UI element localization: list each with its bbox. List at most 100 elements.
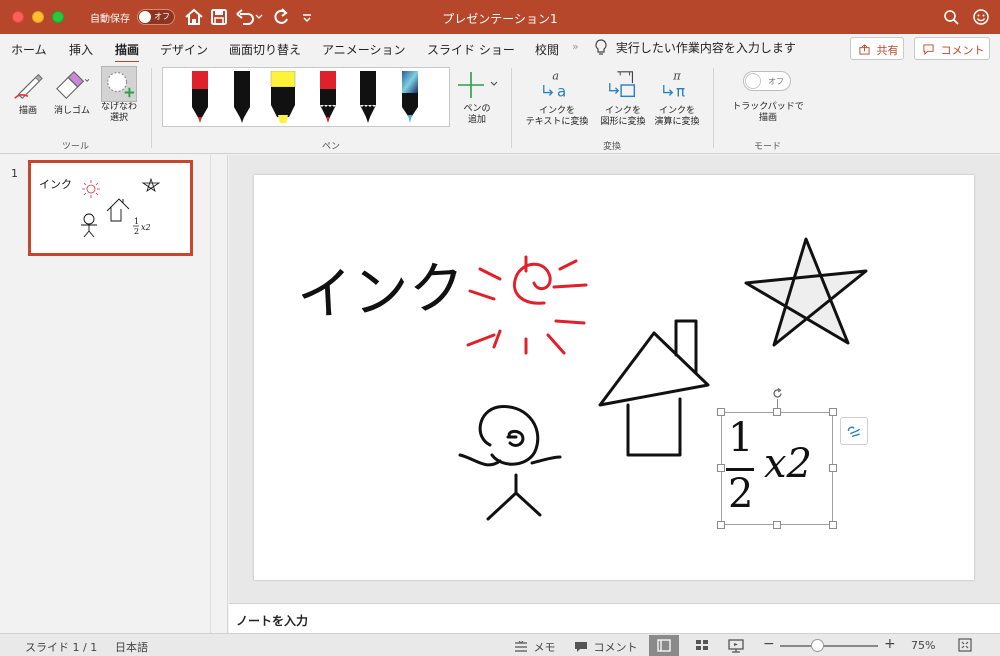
tab-design[interactable]: デザイン [160,41,208,58]
lasso-label-1: なげなわ [100,102,137,112]
svg-text:1: 1 [134,217,139,226]
svg-text:π: π [676,82,685,100]
add-pen-label-1: ペンの [463,104,491,114]
tell-me-text: 実行したい作業内容を入力します [615,41,796,55]
language-indicator[interactable]: 日本語 [115,639,148,655]
resize-handle-nw[interactable] [717,408,725,416]
thumbnail-number: 1 [11,167,18,180]
resize-handle-e[interactable] [829,464,837,472]
rotate-handle-icon[interactable] [771,387,784,400]
slide-canvas[interactable]: インク 1 2 x2 [254,175,974,580]
share-label: 共有 [876,44,899,57]
status-bar: スライド 1 / 1 日本語 メモ コメント − + 75% [0,633,1000,656]
tab-animations[interactable]: アニメーション [322,41,406,58]
zoom-in-button[interactable]: + [884,636,896,652]
draw-tool-label: 描画 [18,106,37,116]
add-pen-icon [458,72,498,98]
comment-status-icon [575,642,587,652]
slide-editor: インク 1 2 x2 [229,155,1000,603]
home-icon[interactable] [183,6,205,28]
fit-window-icon [958,638,972,652]
tab-review[interactable]: 校閲 [535,41,559,58]
comments-toggle-button[interactable]: コメント [574,639,638,655]
yellow-highlighter-icon [270,70,296,123]
resize-handle-sw[interactable] [717,521,725,529]
tab-overflow-icon[interactable]: » [572,40,579,53]
undo-icon[interactable] [234,6,264,28]
math-ink-selection[interactable]: 1 2 x2 [721,412,833,525]
trackpad-draw-label: トラックパッドで 描画 [726,102,810,124]
ink-house-drawing [598,319,710,457]
tab-draw[interactable]: 描画 [115,41,140,63]
ink-star-drawing [744,237,868,347]
ink-to-math-label-2: 演算に変換 [654,117,700,127]
red-pen-icon [192,71,208,123]
autosave-label: 自動保存 [90,14,130,25]
resize-handle-n[interactable] [773,408,781,416]
window-close-button[interactable] [12,11,24,23]
ink-to-math-icon: ππ [663,68,685,100]
ink-to-math-button[interactable]: ππ インクを 演算に変換 [650,68,704,128]
zoom-out-button[interactable]: − [763,636,775,652]
trackpad-label-2: 描画 [758,113,777,123]
pen-red-button[interactable] [189,71,211,125]
tab-slideshow[interactable]: スライド ショー [427,41,515,58]
eraser-icon [56,70,90,100]
slide-thumbnail[interactable]: インク 1 2 x2 [28,160,193,256]
pen-black-button[interactable] [231,71,253,125]
pencil-black-button[interactable] [357,71,379,125]
fit-to-window-button[interactable] [957,637,973,656]
share-icon [859,44,870,55]
tab-transitions[interactable]: 画面切り替え [229,41,301,58]
resize-handle-s[interactable] [773,521,781,529]
zoom-slider-knob[interactable] [810,639,824,652]
convert-group-label: 変換 [603,142,622,152]
black-pen-icon [234,71,250,123]
customize-toolbar-icon[interactable] [296,6,318,28]
zoom-level[interactable]: 75% [911,639,935,652]
presenter-view-button[interactable] [721,635,751,656]
black-pencil-icon [360,71,376,123]
ink-to-text-button[interactable]: aa インクを テキストに変換 [520,68,594,128]
save-icon[interactable] [208,6,230,28]
tell-me-search[interactable]: 実行したい作業内容を入力します [594,38,796,56]
pen-galaxy-button[interactable] [399,71,421,125]
resize-handle-se[interactable] [829,521,837,529]
notes-toggle-button[interactable]: メモ [514,639,556,655]
window-maximize-button[interactable] [52,11,64,23]
highlighter-yellow-button[interactable] [270,70,296,125]
search-icon[interactable] [940,6,962,28]
ink-to-text-label-2: テキストに変換 [525,117,589,127]
lasso-select-button[interactable]: なげなわ 選択 [97,66,141,124]
ink-replay-button[interactable] [840,417,868,445]
ink-to-shape-label-2: 図形に変換 [600,117,646,127]
thumbnail-ink-text: インク [39,178,72,191]
notes-toggle-label: メモ [533,641,556,654]
autosave-toggle[interactable]: オフ [137,9,175,25]
resize-handle-w[interactable] [717,464,725,472]
eraser-button[interactable]: 消しゴム [50,68,94,117]
redo-icon[interactable] [270,6,292,28]
tab-home[interactable]: ホーム [11,41,47,58]
thumbnail-scrollbar[interactable] [210,155,211,633]
tab-insert[interactable]: 挿入 [69,41,93,58]
pencil-red-button[interactable] [317,71,339,125]
ribbon-draw: 描画 消しゴム なげなわ 選択 ツール ペンの 追加 ペン a a インクを テ… [0,62,1000,154]
normal-view-button[interactable] [649,635,679,656]
ribbon-separator [511,68,512,148]
notes-pane[interactable]: ノートを入力 [229,603,1000,633]
ink-sun-drawing [466,255,588,355]
window-minimize-button[interactable] [32,11,44,23]
ink-to-shape-button[interactable]: インクを 図形に変換 [594,68,652,128]
zoom-slider-track[interactable] [780,645,878,647]
draw-tool-button[interactable]: 描画 [8,68,48,117]
notes-placeholder: ノートを入力 [236,614,309,628]
share-button[interactable]: 共有 [850,37,904,60]
slide-sorter-view-button[interactable] [687,635,717,656]
eraser-label: 消しゴム [53,106,90,116]
comments-button[interactable]: コメント [914,37,990,60]
trackpad-draw-toggle[interactable]: オフ [743,71,791,91]
add-pen-button[interactable]: ペンの 追加 [452,70,502,126]
resize-handle-ne[interactable] [829,408,837,416]
smiley-feedback-icon[interactable] [970,6,992,28]
